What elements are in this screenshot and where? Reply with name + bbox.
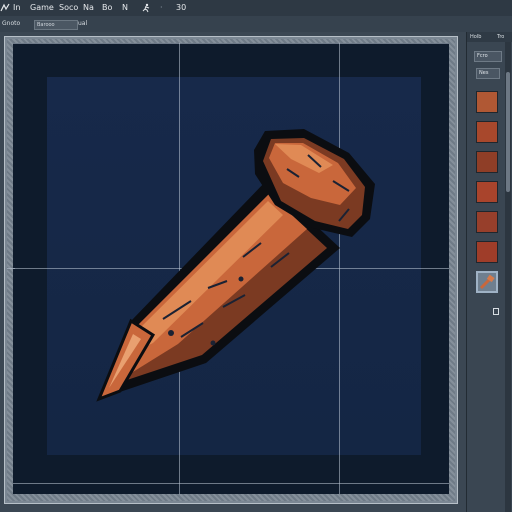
- menu-item-na[interactable]: Na: [83, 3, 94, 13]
- color-swatch[interactable]: [476, 211, 498, 233]
- panel-scrollbar-thumb[interactable]: [506, 72, 510, 192]
- toolbar: Gnoto Barooo ual: [0, 16, 512, 32]
- panel-scrollbar[interactable]: [505, 42, 511, 512]
- nail-icon: [479, 274, 495, 290]
- menu-item-n[interactable]: N: [122, 3, 128, 13]
- right-panel: Holb Tro Fcro Nes: [466, 32, 512, 512]
- running-figure-icon[interactable]: [141, 3, 151, 16]
- panel-field-nes[interactable]: Nes: [476, 68, 500, 79]
- canvas-frame: [4, 36, 458, 504]
- panel-tab-tro[interactable]: Tro: [497, 33, 504, 41]
- app-logo-icon[interactable]: [0, 3, 10, 16]
- menu-item-game[interactable]: Game: [30, 3, 54, 13]
- color-swatch[interactable]: [476, 121, 498, 143]
- panel-checkbox[interactable]: [493, 308, 499, 315]
- color-swatch[interactable]: [476, 181, 498, 203]
- color-swatch[interactable]: [476, 91, 498, 113]
- panel-tab-holb[interactable]: Holb: [470, 33, 481, 41]
- canvas[interactable]: [7, 43, 449, 494]
- toolbar-label-ual: ual: [78, 20, 88, 27]
- menu-item-soco[interactable]: Soco: [59, 3, 78, 13]
- color-swatch[interactable]: [476, 151, 498, 173]
- menu-item-dash: ·: [160, 3, 163, 12]
- menu-bar: In Game Soco Na Bo N · 30: [0, 0, 512, 16]
- running-figure-icon-svg: [142, 3, 150, 13]
- menu-item-in[interactable]: In: [13, 3, 20, 13]
- app-logo-icon-svg: [0, 3, 10, 12]
- menu-item-bo[interactable]: Bo: [102, 3, 112, 13]
- toolbar-label-gnoto: Gnoto: [2, 20, 21, 27]
- nail-icon: [96, 129, 375, 402]
- color-swatch[interactable]: [476, 241, 498, 263]
- panel-field-fcro[interactable]: Fcro: [474, 51, 502, 62]
- menu-item-30[interactable]: 30: [176, 3, 186, 13]
- canvas-checker: [7, 39, 455, 501]
- toolbar-field-barooo[interactable]: Barooo: [34, 20, 78, 30]
- swatch-nail-selected[interactable]: [476, 271, 498, 293]
